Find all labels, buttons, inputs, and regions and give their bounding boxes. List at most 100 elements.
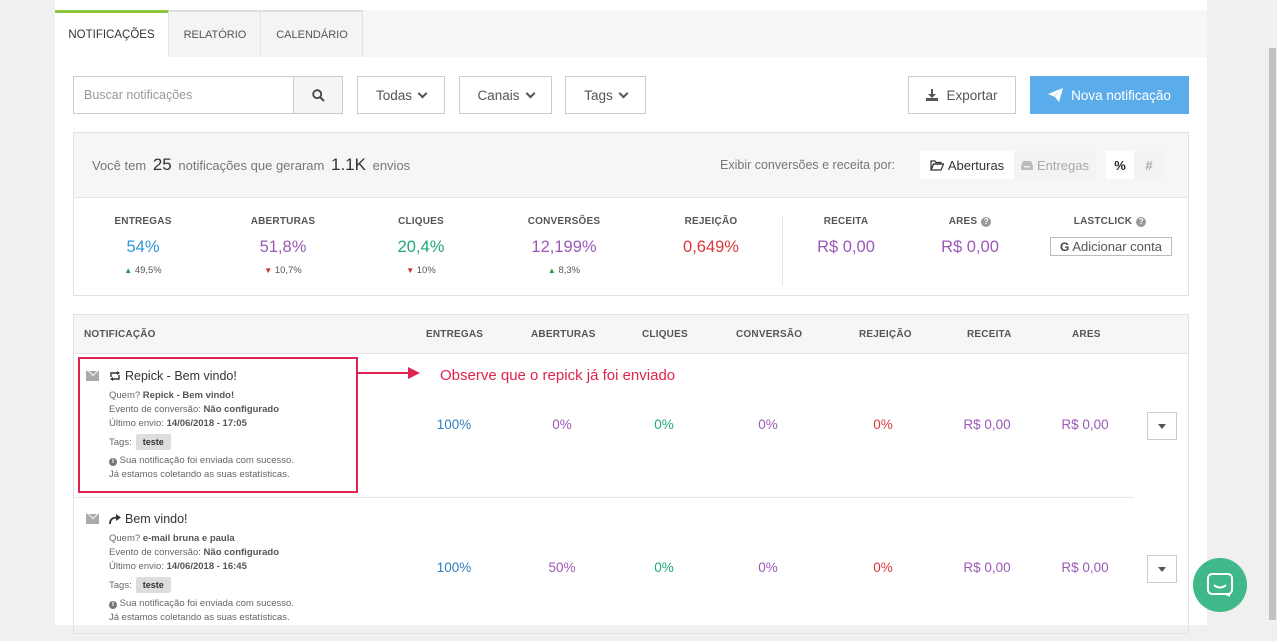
row-actions-dropdown[interactable] [1147, 555, 1177, 583]
filter-tags-dropdown[interactable]: Tags [565, 76, 646, 114]
notification-details: Quem? e-mail bruna e paula Evento de con… [109, 532, 294, 625]
table-row: Bem vindo! Quem? e-mail bruna e paula Ev… [74, 498, 1188, 641]
metric-lastclick: LASTCLICK? G Adicionar conta [1050, 216, 1172, 256]
search-box [73, 76, 343, 114]
metric-delta: ▼ 10,7% [223, 265, 343, 276]
col-ares: ARES [1072, 329, 1101, 340]
chat-icon [1207, 573, 1233, 597]
chat-launcher-button[interactable] [1193, 558, 1247, 612]
metric-receita: RECEITA R$ 0,00 [786, 216, 906, 257]
tab-relatorio[interactable]: RELATÓRIO [170, 10, 261, 57]
ultimo-value: 14/06/2018 - 16:45 [166, 561, 247, 572]
col-cliques: CLIQUES [642, 329, 688, 340]
metric-label: RECEITA [823, 216, 869, 227]
tab-bar: NOTIFICAÇÕES RELATÓRIO CALENDÁRIO [55, 10, 1207, 57]
main-page: NOTIFICAÇÕES RELATÓRIO CALENDÁRIO Todas … [55, 0, 1207, 634]
tags-label: Tags: [109, 580, 132, 591]
question-icon[interactable]: ? [1136, 217, 1147, 227]
info-text-2: Já estamos coletando as suas estatística… [109, 612, 290, 623]
aberturas-toggle[interactable]: Aberturas [920, 151, 1014, 179]
tab-label: CALENDÁRIO [276, 28, 348, 41]
col-conversao: CONVERSÃO [736, 329, 803, 340]
cell-ares: R$ 0,00 [1061, 417, 1109, 432]
chevron-down-icon [417, 88, 428, 98]
inbox-icon [1020, 161, 1033, 170]
info-icon: i [109, 601, 117, 609]
filter-todas-dropdown[interactable]: Todas [357, 76, 445, 114]
metric-label: REJEIÇÃO [684, 216, 738, 227]
percent-toggle[interactable]: % [1106, 151, 1134, 179]
metric-value: 12,199% [531, 238, 597, 256]
title-text: Bem vindo! [125, 512, 188, 526]
cell-aberturas: 50% [548, 560, 576, 575]
export-button[interactable]: Exportar [908, 76, 1016, 114]
chevron-down-icon [618, 88, 629, 98]
caret-down-icon [1158, 566, 1166, 572]
arrow-down-icon: ▼ [406, 266, 415, 275]
metric-entregas: ENTREGAS 54% ▲ 49,5% [83, 216, 203, 276]
cell-rejeicao: 0% [873, 417, 893, 432]
annotation-arrow [358, 372, 410, 374]
cell-conversao: 0% [758, 417, 778, 432]
delta-value: 10,7% [274, 265, 302, 276]
search-input[interactable] [74, 77, 294, 113]
quem-line: Quem? e-mail bruna e paula [109, 532, 294, 546]
ultimo-line: Último envio: 14/06/2018 - 16:45 [109, 560, 294, 574]
cell-cliques: 0% [654, 417, 674, 432]
cell-cliques: 0% [654, 560, 674, 575]
cell-aberturas: 0% [552, 417, 572, 432]
new-notification-label: Nova notificação [1071, 87, 1171, 103]
folder-open-icon [929, 159, 944, 171]
summary-prefix: Você tem [92, 158, 147, 173]
metric-cliques: CLIQUES 20,4% ▼ 10% [361, 216, 481, 276]
metric-label: ABERTURAS [250, 216, 316, 227]
arrow-down-icon: ▼ [264, 266, 273, 275]
summary-header: Você tem 25 notificações que geraram 1.1… [74, 133, 1188, 198]
export-label: Exportar [946, 87, 998, 103]
evento-label: Evento de conversão: [109, 547, 201, 558]
row-actions-dropdown[interactable] [1147, 412, 1177, 440]
arrow-up-icon: ▲ [124, 266, 133, 275]
summary-panel: Você tem 25 notificações que geraram 1.1… [73, 132, 1189, 296]
entregas-toggle[interactable]: Entregas [1014, 151, 1096, 179]
count-toggle[interactable]: # [1134, 151, 1164, 179]
summary-suffix: envios [372, 158, 411, 173]
search-button[interactable] [293, 77, 342, 113]
metric-delta: ▲ 49,5% [83, 265, 203, 276]
metric-label: ARES? [910, 216, 1030, 227]
notification-title[interactable]: Bem vindo! [109, 512, 188, 526]
scrollbar-thumb[interactable] [1269, 48, 1276, 620]
notification-count: 25 [152, 155, 172, 174]
tab-calendario[interactable]: CALENDÁRIO [262, 10, 363, 57]
question-icon[interactable]: ? [981, 217, 992, 227]
cell-entregas: 100% [436, 560, 472, 575]
metric-rejeicao: REJEIÇÃO 0,649% [651, 216, 771, 257]
paper-plane-icon [1048, 88, 1064, 102]
table-header: NOTIFICAÇÃO ENTREGAS ABERTURAS CLIQUES C… [74, 315, 1188, 354]
dropdown-label: Todas [375, 87, 413, 103]
col-receita: RECEITA [967, 329, 1012, 340]
evento-value: Não configurado [203, 547, 280, 558]
hash-label: # [1145, 157, 1153, 173]
filter-canais-dropdown[interactable]: Canais [459, 76, 552, 114]
metric-delta: ▲ 8,3% [504, 265, 624, 276]
lastclick-label: LASTCLICK [1073, 216, 1133, 227]
add-account-button[interactable]: G Adicionar conta [1050, 237, 1172, 256]
evento-line: Evento de conversão: Não configurado [109, 546, 294, 560]
scrollbar[interactable] [1268, 0, 1277, 625]
delta-value: 49,5% [134, 265, 162, 276]
metrics-row: ENTREGAS 54% ▲ 49,5% ABERTURAS 51,8% ▼ 1… [74, 198, 1188, 296]
exibir-label: Exibir conversões e receita por: [720, 158, 896, 172]
metric-value: 51,8% [259, 238, 307, 256]
share-arrow-icon [109, 514, 121, 524]
col-rejeicao: REJEIÇÃO [859, 329, 912, 340]
summary-middle: notificações que geraram [178, 158, 325, 173]
tag-badge[interactable]: teste [135, 577, 171, 593]
new-notification-button[interactable]: Nova notificação [1030, 76, 1189, 114]
metric-value: 0,649% [683, 238, 739, 256]
metric-conversoes: CONVERSÕES 12,199% ▲ 8,3% [504, 216, 624, 276]
search-icon [311, 88, 325, 102]
google-icon: G [1060, 239, 1070, 254]
annotation-highlight-box [78, 357, 358, 493]
tab-notificacoes[interactable]: NOTIFICAÇÕES [55, 10, 169, 57]
